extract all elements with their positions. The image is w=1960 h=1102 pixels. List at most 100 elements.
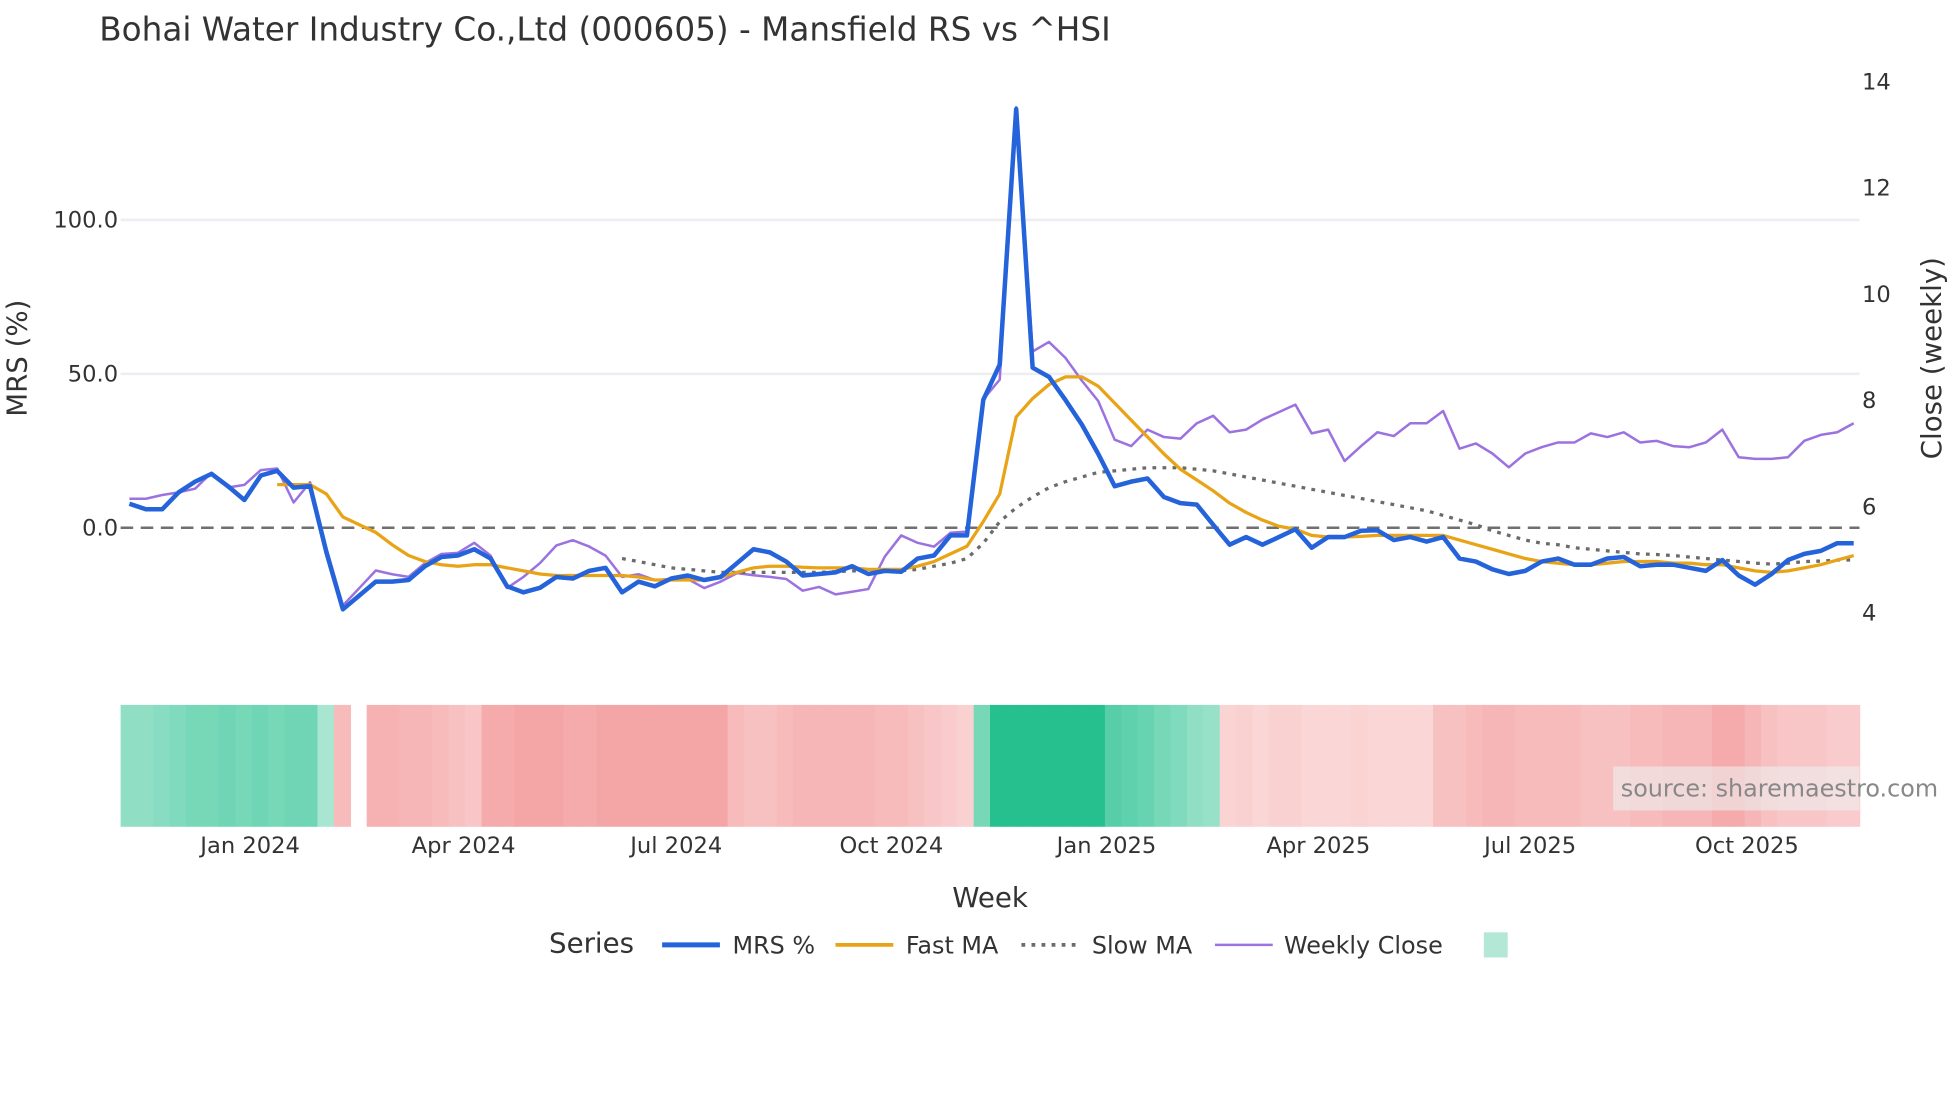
- x-axis-ticks: Jan 2024 Apr 2024 Jul 2024 Oct 2024 Jan 2025…: [198, 833, 1799, 859]
- mrs-chart: Bohai Water Industry Co.,Ltd (000605) - …: [0, 10, 1948, 960]
- x-tick-label: Jan 2025: [1055, 833, 1157, 859]
- heatmap-cell: [1039, 704, 1057, 827]
- heatmap-cell: [661, 704, 680, 827]
- heatmap-cell: [629, 704, 647, 827]
- heatmap-cell: [727, 704, 745, 827]
- heatmap-cell: [1449, 704, 1467, 827]
- chart-title: Bohai Water Industry Co.,Ltd (000605) - …: [99, 10, 1110, 48]
- legend-label-fast-ma[interactable]: Fast MA: [906, 932, 999, 960]
- heatmap-cell: [465, 704, 483, 827]
- heatmap-cell: [1514, 704, 1533, 827]
- series-lines: [128, 105, 1855, 612]
- heatmap-cell: [169, 704, 187, 827]
- legend: Series MRS % Fast MA Slow MA Weekly Clos…: [549, 926, 1508, 960]
- heatmap-cell: [219, 704, 237, 827]
- gridlines: [120, 218, 1860, 530]
- heatmap-cell: [1547, 704, 1565, 827]
- heatmap-strip: [120, 704, 1861, 827]
- heatmap-cell: [1597, 704, 1615, 827]
- x-tick-label: Jan 2024: [198, 833, 300, 859]
- heatmap-cell: [1219, 704, 1237, 827]
- heatmap-cell: [383, 704, 401, 827]
- y-axis-ticks: 0.0 50.0 100.0: [53, 207, 118, 541]
- heatmap-cell: [399, 704, 417, 827]
- legend-label-slow-ma[interactable]: Slow MA: [1092, 932, 1193, 960]
- heatmap-cell: [776, 704, 794, 827]
- heatmap-cell: [497, 704, 516, 827]
- heatmap-cell: [645, 704, 663, 827]
- legend-swatch-heatmap[interactable]: [1483, 932, 1508, 958]
- x-tick-label: Oct 2024: [839, 833, 943, 859]
- heatmap-cell: [1564, 704, 1582, 827]
- legend-label-weekly-close[interactable]: Weekly Close: [1284, 932, 1443, 960]
- heatmap-cell: [1400, 704, 1418, 827]
- y-axis-title: MRS (%): [0, 300, 33, 417]
- heatmap-cell: [875, 704, 893, 827]
- x-tick-label: Jul 2025: [1482, 833, 1576, 859]
- x-tick-label: Apr 2024: [412, 833, 516, 859]
- heatmap-cell: [1170, 704, 1188, 827]
- heatmap-cell: [153, 704, 171, 827]
- source-annotation: source: sharemaestro.com: [1621, 775, 1938, 803]
- heatmap-cell: [415, 704, 434, 827]
- heatmap-cell: [678, 704, 696, 827]
- y2-tick-label: 6: [1862, 494, 1876, 520]
- x-tick-label: Oct 2025: [1695, 833, 1799, 859]
- y-tick-label: 100.0: [53, 207, 118, 233]
- heatmap-cell: [1072, 704, 1090, 827]
- heatmap-cell: [235, 704, 253, 827]
- heatmap-cell: [1367, 704, 1385, 827]
- heatmap-cell: [1432, 704, 1451, 827]
- heatmap-cell: [793, 704, 811, 827]
- y-tick-label: 50.0: [68, 361, 118, 387]
- heatmap-cell: [579, 704, 598, 827]
- heatmap-cell: [1416, 704, 1434, 827]
- heatmap-cell: [826, 704, 844, 827]
- heatmap-cell: [137, 704, 155, 827]
- heatmap-cell: [1350, 704, 1369, 827]
- heatmap-cell: [284, 704, 302, 827]
- y2-tick-label: 8: [1862, 388, 1876, 414]
- heatmap-cell: [842, 704, 860, 827]
- heatmap-cell: [317, 704, 335, 827]
- heatmap-cell: [301, 704, 319, 827]
- y2-tick-label: 4: [1862, 601, 1876, 627]
- heatmap-cell: [268, 704, 286, 827]
- heatmap-cell: [973, 704, 991, 827]
- heatmap-cell: [120, 704, 138, 827]
- series-line-mrs: [128, 106, 1854, 612]
- heatmap-cell: [1006, 704, 1024, 827]
- heatmap-cell: [1465, 704, 1483, 827]
- heatmap-cell: [957, 704, 975, 827]
- heatmap-cell: [1186, 704, 1205, 827]
- heatmap-cell: [366, 704, 384, 827]
- heatmap-cell: [1482, 704, 1500, 827]
- y-tick-label: 0.0: [82, 515, 118, 541]
- heatmap-cell: [202, 704, 220, 827]
- y2-tick-label: 10: [1862, 282, 1891, 308]
- series-line-fast-ma: [277, 375, 1855, 582]
- heatmap-cell: [186, 704, 204, 827]
- heatmap-cell: [1055, 704, 1073, 827]
- heatmap-cell: [1137, 704, 1155, 827]
- heatmap-cell: [612, 704, 630, 827]
- y2-tick-label: 14: [1862, 69, 1891, 95]
- heatmap-cell: [1203, 704, 1221, 827]
- heatmap-cell: [858, 704, 876, 827]
- heatmap-cell: [743, 704, 762, 827]
- heatmap-cell: [1285, 704, 1303, 827]
- heatmap-cell: [1154, 704, 1172, 827]
- heatmap-cell: [1531, 704, 1549, 827]
- series-line-slow-ma: [621, 466, 1854, 574]
- heatmap-cell: [891, 704, 909, 827]
- heatmap-cell: [1104, 704, 1123, 827]
- heatmap-cell: [530, 704, 548, 827]
- legend-label-mrs[interactable]: MRS %: [732, 932, 815, 960]
- y2-axis-title: Close (weekly): [1915, 257, 1948, 459]
- heatmap-cell: [1022, 704, 1041, 827]
- heatmap-cell: [1383, 704, 1401, 827]
- heatmap-cell: [940, 704, 958, 827]
- heatmap-cell: [760, 704, 778, 827]
- legend-title: Series: [549, 926, 634, 959]
- heatmap-cell: [481, 704, 499, 827]
